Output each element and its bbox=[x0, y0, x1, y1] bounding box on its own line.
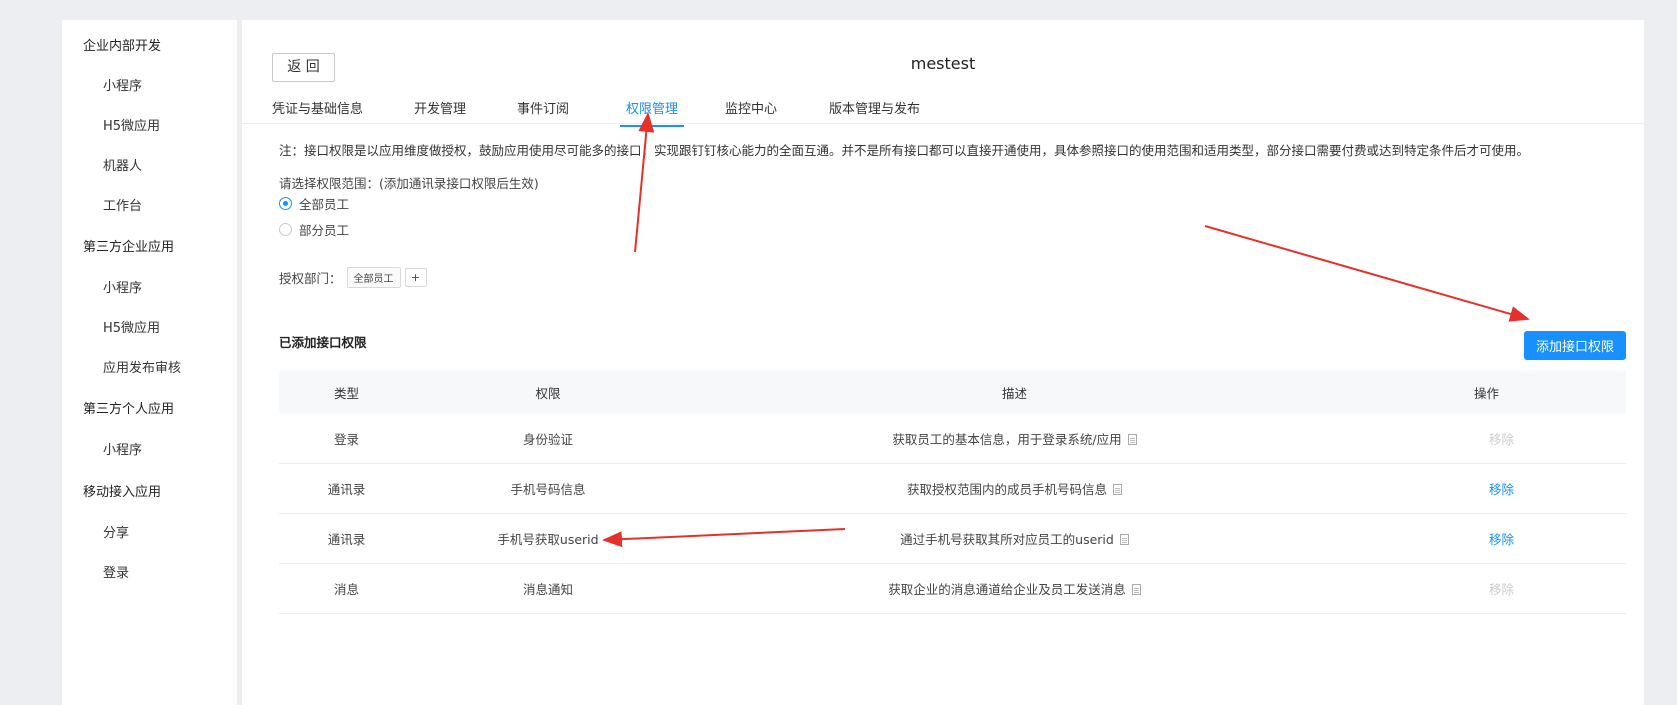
cell-type: 通讯录 bbox=[327, 482, 366, 497]
sidebar-item-mobile-share[interactable]: 分享 bbox=[103, 522, 129, 541]
tab-event-subscription[interactable]: 事件订阅 bbox=[517, 98, 569, 125]
cell-type: 消息 bbox=[333, 582, 359, 597]
sidebar-group-mobile-access: 移动接入应用 bbox=[83, 485, 162, 500]
add-permission-button[interactable]: 添加接口权限 bbox=[1524, 331, 1626, 360]
sidebar-item-internal-h5[interactable]: H5微应用 bbox=[103, 115, 160, 134]
cell-description: 获取员工的基本信息，用于登录系统/应用 bbox=[682, 429, 1347, 448]
table-row: 消息 消息通知 获取企业的消息通道给企业及员工发送消息 移除 bbox=[279, 564, 1626, 614]
permission-note: 注：接口权限是以应用维度做授权，鼓励应用使用尽可能多的接口，实现跟钉钉核心能力的… bbox=[279, 143, 1530, 158]
cell-operation: 移除 bbox=[1347, 429, 1626, 448]
sidebar-group-internal: 企业内部开发 bbox=[83, 39, 162, 54]
sidebar-item-internal-workbench[interactable]: 工作台 bbox=[103, 195, 142, 214]
sidebar-item-mobile-login[interactable]: 登录 bbox=[103, 562, 129, 581]
table-row: 登录 身份验证 获取员工的基本信息，用于登录系统/应用 移除 bbox=[279, 414, 1626, 464]
sidebar-item-enterprise-h5[interactable]: H5微应用 bbox=[103, 317, 160, 336]
remove-button: 移除 bbox=[1488, 582, 1514, 597]
table-row: 通讯录 手机号码信息 获取授权范围内的成员手机号码信息 移除 bbox=[279, 464, 1626, 514]
sidebar-item-personal-miniapp[interactable]: 小程序 bbox=[103, 439, 142, 458]
authorized-department-row: 授权部门： 全部员工 + bbox=[279, 267, 427, 288]
radio-some-employees-label: 部分员工 bbox=[299, 223, 350, 238]
cell-description: 获取授权范围内的成员手机号码信息 bbox=[682, 479, 1347, 498]
cell-permission: 手机号获取userid bbox=[497, 532, 599, 547]
sidebar: 企业内部开发 小程序 H5微应用 机器人 工作台 第三方企业应用 小程序 H5微… bbox=[62, 20, 237, 705]
tab-monitoring[interactable]: 监控中心 bbox=[725, 98, 777, 125]
radio-checked-icon[interactable] bbox=[279, 197, 292, 210]
remove-button[interactable]: 移除 bbox=[1459, 482, 1514, 497]
remove-button: 移除 bbox=[1488, 432, 1514, 447]
description-text: 获取企业的消息通道给企业及员工发送消息 bbox=[888, 582, 1126, 597]
tab-dev-management[interactable]: 开发管理 bbox=[414, 98, 466, 125]
document-icon[interactable] bbox=[1131, 584, 1141, 595]
table-header: 类型 权限 描述 操作 bbox=[279, 370, 1626, 414]
cell-description: 获取企业的消息通道给企业及员工发送消息 bbox=[682, 579, 1347, 598]
tabs-divider bbox=[242, 123, 1644, 124]
sidebar-item-enterprise-review[interactable]: 应用发布审核 bbox=[103, 357, 181, 376]
add-dept-button[interactable]: + bbox=[404, 268, 427, 287]
header-permission: 权限 bbox=[535, 385, 561, 401]
sidebar-group-third-party-personal: 第三方个人应用 bbox=[83, 402, 175, 417]
sidebar-item-enterprise-miniapp[interactable]: 小程序 bbox=[103, 277, 142, 296]
dept-tag-all-employees: 全部员工 bbox=[346, 267, 401, 288]
remove-button[interactable]: 移除 bbox=[1459, 532, 1514, 547]
added-permissions-title: 已添加接口权限 bbox=[279, 335, 367, 350]
cell-type: 登录 bbox=[333, 432, 359, 447]
tab-credentials[interactable]: 凭证与基础信息 bbox=[272, 98, 363, 125]
cell-operation: 移除 bbox=[1347, 579, 1626, 598]
main-panel: 返 回 mestest 凭证与基础信息 开发管理 事件订阅 权限管理 监控中心 … bbox=[242, 20, 1644, 705]
cell-operation: 移除 bbox=[1347, 529, 1626, 548]
cell-permission: 手机号码信息 bbox=[510, 482, 586, 497]
header-type: 类型 bbox=[333, 385, 359, 401]
header-description: 描述 bbox=[1001, 385, 1027, 401]
radio-some-employees[interactable]: 部分员工 bbox=[279, 220, 349, 239]
description-text: 通过手机号获取其所对应员工的userid bbox=[900, 532, 1114, 547]
description-text: 获取员工的基本信息，用于登录系统/应用 bbox=[892, 432, 1122, 447]
scope-label: 请选择权限范围：(添加通讯录接口权限后生效) bbox=[279, 176, 539, 191]
document-icon[interactable] bbox=[1113, 484, 1122, 495]
description-text: 获取授权范围内的成员手机号码信息 bbox=[906, 482, 1107, 497]
radio-unchecked-icon[interactable] bbox=[279, 223, 292, 236]
tab-version-release[interactable]: 版本管理与发布 bbox=[829, 98, 920, 125]
header-operation: 操作 bbox=[1473, 385, 1499, 401]
cell-permission: 消息通知 bbox=[522, 582, 573, 597]
cell-operation: 移除 bbox=[1347, 479, 1626, 498]
radio-all-employees-label: 全部员工 bbox=[299, 197, 350, 212]
app-name-title: mestest bbox=[910, 54, 976, 73]
table-row: 通讯录 手机号获取userid 通过手机号获取其所对应员工的userid 移除 bbox=[279, 514, 1626, 564]
sidebar-item-internal-miniapp[interactable]: 小程序 bbox=[103, 75, 142, 94]
radio-all-employees[interactable]: 全部员工 bbox=[279, 194, 349, 213]
sidebar-group-third-party-enterprise: 第三方企业应用 bbox=[83, 240, 175, 255]
permissions-table: 类型 权限 描述 操作 登录 身份验证 获取员工的基本信息，用于登录系统/应用 … bbox=[279, 370, 1626, 614]
sidebar-item-internal-robot[interactable]: 机器人 bbox=[103, 155, 142, 174]
dept-label: 授权部门： bbox=[279, 271, 342, 286]
document-icon[interactable] bbox=[1127, 434, 1137, 445]
document-icon[interactable] bbox=[1119, 534, 1129, 545]
cell-type: 通讯录 bbox=[327, 532, 366, 547]
cell-permission: 身份验证 bbox=[522, 432, 573, 447]
cell-description: 通过手机号获取其所对应员工的userid bbox=[682, 529, 1347, 548]
